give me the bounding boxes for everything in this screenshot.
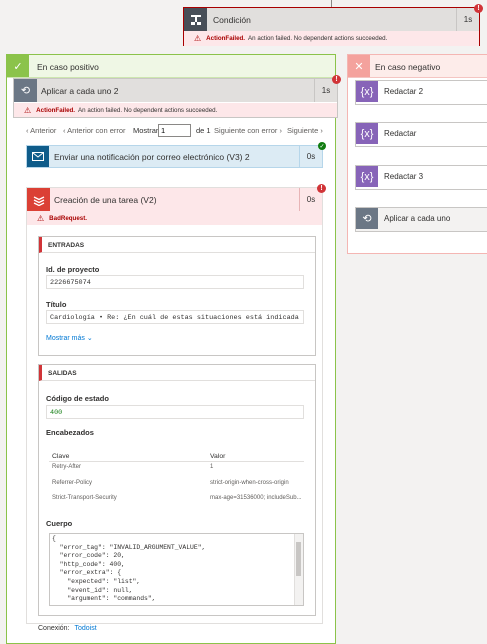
apply-each-title: Aplicar a cada uno 2: [41, 86, 119, 96]
compose-icon: {x}: [356, 123, 378, 144]
close-icon: ✕: [348, 55, 370, 77]
error-message: An action failed. No dependent actions s…: [78, 106, 218, 114]
loop-icon: ⟲: [356, 208, 378, 229]
headers-label: Encabezados: [46, 428, 94, 437]
connection-info: Conexión: Todoist: [38, 625, 97, 632]
project-id-label: Id. de proyecto: [46, 265, 100, 274]
status-code-field: 400: [46, 405, 304, 419]
title-label: Título: [46, 300, 67, 309]
negative-branch: ✕ En caso negativo {x} Redactar 2 {x} Re…: [347, 54, 487, 254]
warning-icon: ⚠: [37, 213, 45, 223]
response-body[interactable]: { "error_tag": "INVALID_ARGUMENT_VALUE",…: [49, 533, 304, 606]
outputs-section: SALIDAS Código de estado 400 Encabezados…: [38, 364, 316, 616]
action-title: Redactar: [384, 129, 417, 138]
positive-branch-title: En caso positivo: [37, 62, 99, 72]
action-title: Redactar 2: [384, 87, 424, 96]
compose-action-card[interactable]: {x} Redactar 2: [355, 80, 487, 105]
chevron-down-icon: ⌄: [86, 335, 93, 342]
scrollbar[interactable]: [294, 534, 303, 605]
next-error-button[interactable]: Siguiente con error ›: [214, 126, 282, 135]
condition-icon: [184, 8, 207, 31]
error-badge-icon: !: [474, 4, 483, 13]
outputs-header: SALIDAS: [39, 365, 315, 381]
iteration-input[interactable]: [158, 124, 191, 137]
value-column-header: Valor: [210, 453, 226, 460]
connector-line: [331, 0, 332, 7]
show-more-link[interactable]: Mostrar más ⌄: [46, 334, 93, 342]
condition-card[interactable]: Condición 1s ! ⚠ ActionFailed. An action…: [183, 4, 483, 46]
connection-label: Conexión:: [38, 625, 70, 632]
todoist-icon: [27, 188, 50, 211]
connection-link[interactable]: Todoist: [74, 625, 96, 632]
previous-button[interactable]: ‹ Anterior: [26, 126, 56, 135]
next-button[interactable]: Siguiente ›: [287, 126, 323, 135]
total-label: de 1: [196, 126, 211, 135]
inputs-section: ENTRADAS Id. de proyecto 2226675074 Títu…: [38, 236, 316, 356]
compose-action-card[interactable]: {x} Redactar: [355, 122, 487, 147]
mail-icon: [27, 146, 49, 167]
create-task-card[interactable]: Creación de una tarea (V2) 0s ! ⚠ BadReq…: [26, 184, 326, 632]
email-action-title: Enviar una notificación por correo elect…: [54, 152, 250, 162]
body-label: Cuerpo: [46, 519, 73, 528]
show-label: Mostrar: [133, 126, 159, 135]
error-message: An action failed. No dependent actions s…: [248, 35, 388, 42]
previous-error-button[interactable]: ‹ Anterior con error: [63, 126, 126, 135]
error-badge-icon: !: [317, 184, 326, 193]
email-action-card[interactable]: Enviar una notificación por correo elect…: [26, 142, 326, 168]
error-badge-icon: !: [332, 75, 341, 84]
apply-each-card[interactable]: ⟲ Aplicar a cada uno 2 1s ! ⚠ ActionFail…: [13, 75, 341, 118]
compose-action-card[interactable]: {x} Redactar 3: [355, 165, 487, 190]
error-label: ActionFailed.: [206, 35, 246, 42]
key-column-header: Clave: [52, 453, 70, 460]
warning-icon: ⚠: [24, 105, 32, 115]
status-code-label: Código de estado: [46, 394, 109, 403]
apply-each-card[interactable]: ⟲ Aplicar a cada uno: [355, 207, 487, 232]
error-label: ActionFailed.: [36, 106, 76, 114]
warning-icon: ⚠: [194, 34, 202, 43]
task-action-title: Creación de una tarea (V2): [54, 195, 157, 205]
error-label: BadRequest.: [49, 214, 87, 222]
condition-title: Condición: [213, 15, 251, 25]
compose-icon: {x}: [356, 81, 378, 102]
loop-icon: ⟲: [14, 79, 37, 102]
project-id-field: 2226675074: [46, 275, 304, 289]
success-check-icon: ✓: [318, 142, 326, 150]
action-title: Redactar 3: [384, 172, 424, 181]
iteration-pager: ‹ Anterior ‹ Anterior con error Mostrar …: [26, 124, 331, 138]
action-title: Aplicar a cada uno: [384, 214, 451, 223]
check-icon: ✓: [7, 55, 29, 77]
negative-branch-title: En caso negativo: [375, 62, 441, 72]
inputs-header: ENTRADAS: [39, 237, 315, 253]
title-field: Cardiología • Re: ¿En cuál de estas situ…: [46, 310, 304, 324]
compose-icon: {x}: [356, 166, 378, 187]
